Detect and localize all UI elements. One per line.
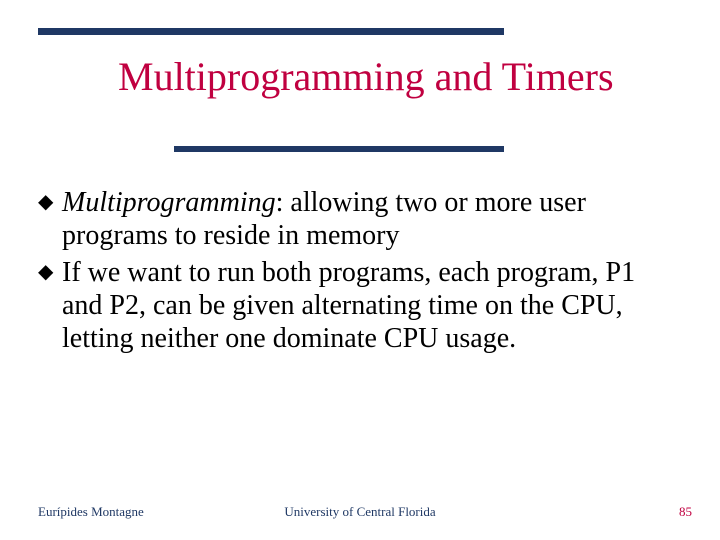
title-wrap: Multiprogramming and Timers (118, 54, 678, 100)
title-underline (174, 146, 504, 152)
bullet-item: ◆ Multiprogramming: allowing two or more… (38, 186, 678, 252)
top-rule (38, 28, 504, 35)
bullet-term: Multiprogramming (62, 187, 276, 218)
slide-title: Multiprogramming and Timers (118, 54, 678, 100)
footer: Eurípides Montagne University of Central… (0, 502, 720, 522)
bullet-marker-icon: ◆ (38, 186, 62, 218)
footer-org: University of Central Florida (0, 504, 720, 520)
body-area: ◆ Multiprogramming: allowing two or more… (38, 186, 678, 359)
bullet-item: ◆ If we want to run both programs, each … (38, 256, 678, 355)
bullet-text: If we want to run both programs, each pr… (62, 256, 678, 355)
bullet-text: Multiprogramming: allowing two or more u… (62, 186, 678, 252)
slide: Multiprogramming and Timers ◆ Multiprogr… (0, 0, 720, 540)
bullet-marker-icon: ◆ (38, 256, 62, 288)
footer-page-number: 85 (679, 504, 692, 520)
